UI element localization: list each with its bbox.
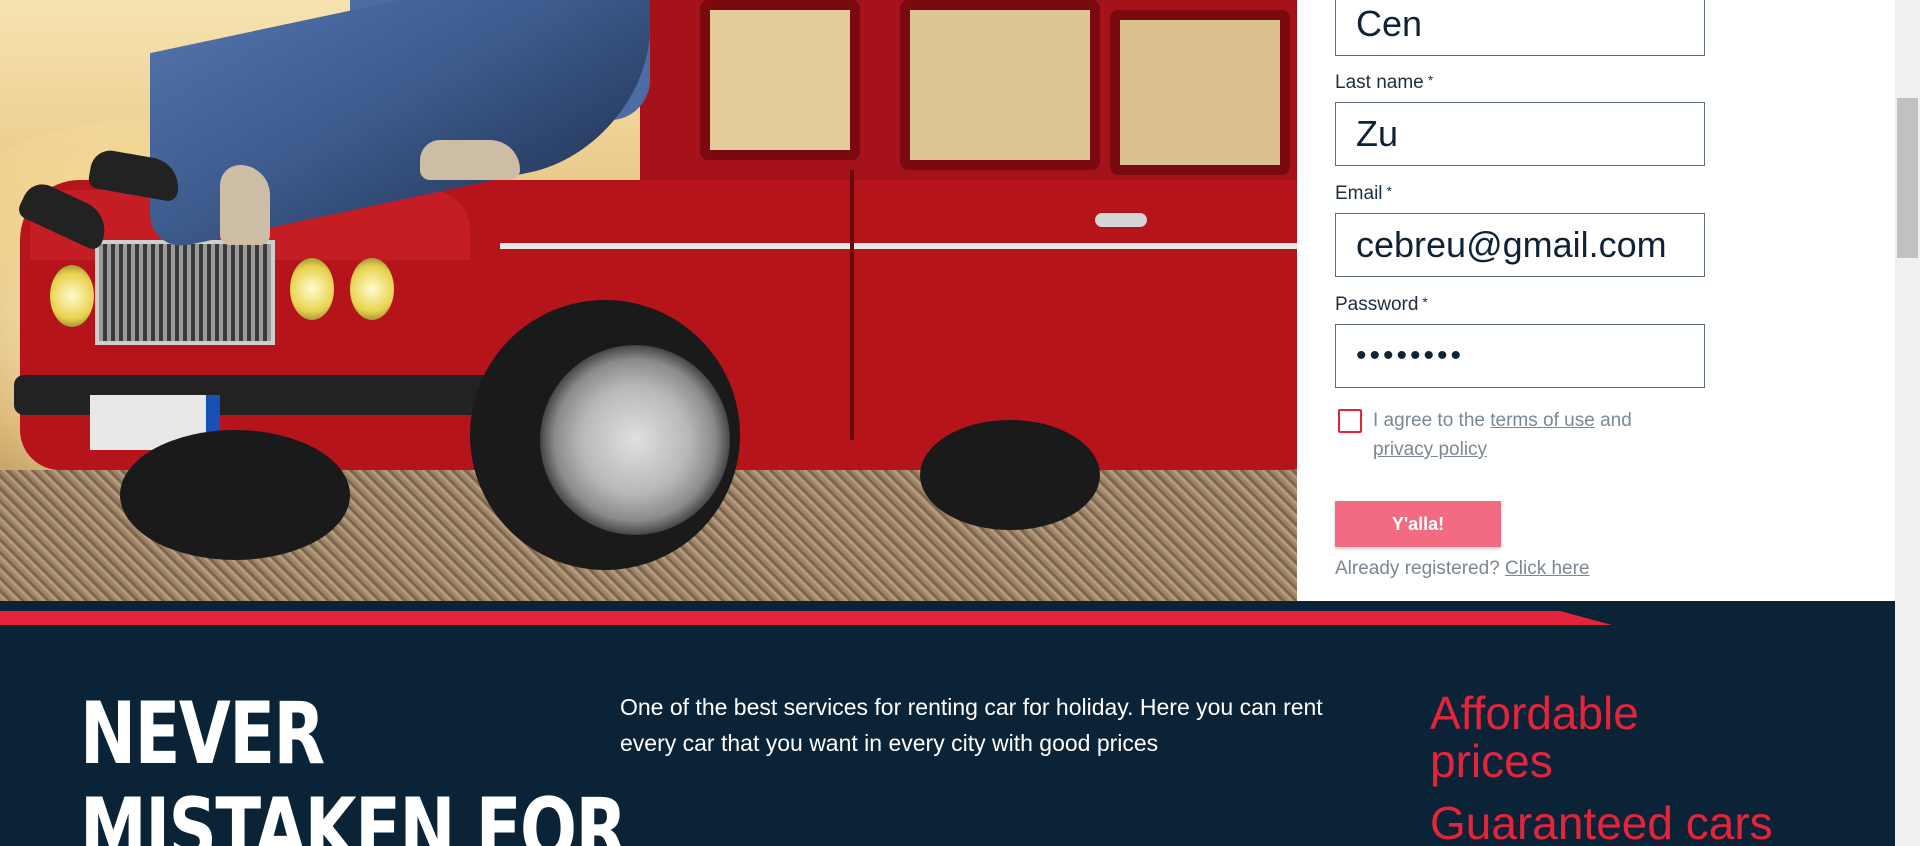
agree-and: and [1594,410,1632,431]
headline-line-2: MISTAKEN FOR [80,780,627,846]
promo-section: NEVER MISTAKEN FOR One of the best servi… [0,601,1895,846]
last-name-label: Last name * [1335,72,1433,94]
last-name-field[interactable]: Zu [1335,102,1705,166]
privacy-policy-link[interactable]: privacy policy [1373,439,1487,460]
submit-button[interactable]: Y'alla! [1335,501,1501,547]
already-registered: Already registered? Click here [1335,558,1590,580]
password-field[interactable]: •••••••• [1335,324,1705,388]
agree-text: I agree to the terms of use and privacy p… [1373,406,1693,464]
agree-prefix: I agree to the [1373,410,1491,431]
terms-of-use-link[interactable]: terms of use [1490,410,1595,431]
promo-headline: NEVER MISTAKEN FOR [80,684,627,846]
required-marker: * [1386,183,1392,199]
promo-intro: One of the best services for renting car… [620,694,1323,756]
page: Cen Last name * Zu Email * cebreu@gmail.co… [0,0,1920,846]
email-label-text: Email [1335,183,1383,204]
agree-checkbox[interactable] [1338,409,1362,433]
feature-guaranteed-cars: Guaranteed cars [1430,797,1773,846]
already-registered-text: Already registered? [1335,558,1506,579]
headline-line-1: NEVER [80,684,325,784]
red-stripe [0,611,1612,625]
scrollbar-thumb[interactable] [1897,98,1918,258]
hero-car-photo [0,0,1297,601]
last-name-label-text: Last name [1335,72,1424,93]
email-label: Email * [1335,183,1392,205]
password-label: Password * [1335,294,1428,316]
feature-1-line-2: prices [1430,735,1553,787]
feature-1-line-1: Affordable [1430,687,1639,739]
first-name-field[interactable]: Cen [1335,0,1705,56]
required-marker: * [1427,72,1434,88]
feature-affordable-prices: Affordable prices [1430,689,1639,785]
required-marker: * [1422,294,1428,310]
click-here-link[interactable]: Click here [1505,558,1589,579]
password-label-text: Password [1335,294,1419,315]
email-field[interactable]: cebreu@gmail.com [1335,213,1705,277]
registration-form: Cen Last name * Zu Email * cebreu@gmail.co… [1297,0,1895,601]
